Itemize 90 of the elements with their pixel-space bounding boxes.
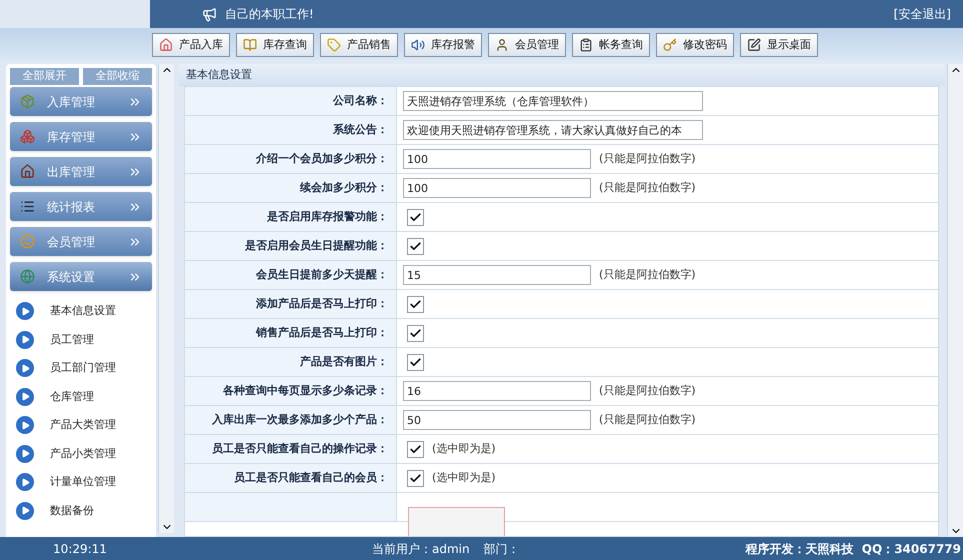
check-icon [409, 472, 422, 484]
play-icon [16, 388, 34, 406]
boxes-icon [20, 129, 35, 144]
field-hint: (只能是阿拉伯数字) [599, 266, 696, 283]
play-icon [16, 444, 34, 463]
checkbox[interactable] [407, 208, 424, 226]
sidebar-item[interactable]: 员工管理 [10, 326, 152, 354]
field-hint: (只能是阿拉伯数字) [599, 180, 696, 196]
field-label: 公司名称： [185, 87, 397, 115]
text-field[interactable]: 100 [403, 149, 591, 169]
speaker-icon [411, 38, 425, 52]
toolbar-button[interactable]: 库存报警 [404, 33, 482, 57]
book-icon [243, 38, 257, 52]
checkbox[interactable] [407, 296, 424, 312]
play-icon [16, 473, 34, 492]
person-icon [495, 38, 509, 52]
developer-credit: 程序开发：天照科技 QQ：34067779 [745, 540, 961, 558]
field-label: 系统公告： [185, 116, 397, 144]
department: 部门： [484, 540, 520, 558]
field-hint: (选中即为是) [432, 440, 496, 457]
toolbar-button[interactable]: 产品销售 [320, 33, 398, 57]
play-icon [16, 359, 34, 378]
text-field[interactable]: 50 [403, 410, 591, 430]
field-hint: (只能是阿拉伯数字) [599, 412, 696, 428]
field-label: 是否启用会员生日提醒功能： [185, 232, 397, 260]
logout-link[interactable]: [安全退出] [894, 5, 951, 23]
check-icon [409, 298, 422, 310]
field-label: 产品是否有图片： [185, 348, 397, 376]
play-icon [16, 502, 34, 520]
check-icon [409, 442, 422, 456]
current-user: 当前用户：admin [372, 540, 470, 558]
sidebar-item[interactable]: 计量单位管理 [10, 468, 152, 496]
check-icon [409, 240, 422, 252]
text-field[interactable]: 100 [403, 178, 591, 198]
field-label: 是否启用库存报警功能： [185, 203, 397, 231]
field-label: 各种查询中每页显示多少条记录： [185, 377, 397, 405]
key-icon [663, 38, 677, 52]
toolbar-button[interactable]: 修改密码 [656, 33, 734, 57]
field-label: 添加产品后是否马上打印： [185, 290, 397, 318]
smiley-icon [20, 234, 35, 249]
check-icon [409, 356, 422, 368]
clock-time: 10:29:11 [52, 540, 108, 558]
toolbar-button[interactable]: 库存查询 [236, 33, 314, 57]
list-icon [20, 199, 35, 214]
field-label: 员工是否只能查看自己的会员： [185, 464, 397, 492]
checkbox[interactable] [407, 470, 424, 486]
sidebar-item[interactable]: 基本信息设置 [10, 297, 152, 326]
sidebar-item[interactable]: 数据备份 [10, 496, 152, 525]
house-icon [20, 164, 35, 179]
field-label: 销售产品后是否马上打印： [185, 319, 397, 347]
toolbar-button[interactable]: 显示桌面 [740, 33, 818, 57]
play-icon [16, 302, 34, 320]
checkbox[interactable] [407, 238, 424, 254]
play-icon [16, 416, 34, 434]
sidebar-item[interactable]: 员工部门管理 [10, 354, 152, 382]
sidebar-item[interactable]: 产品大类管理 [10, 411, 152, 440]
field-hint: (只能是阿拉伯数字) [599, 150, 696, 167]
checkbox[interactable] [407, 440, 424, 458]
text-field[interactable]: 欢迎使用天照进销存管理系统，请大家认真做好自己的本 [403, 120, 703, 140]
toolbar-button[interactable]: 会员管理 [488, 33, 566, 57]
sidebar-item[interactable]: 产品小类管理 [10, 440, 152, 468]
field-label: 介绍一个会员加多少积分： [185, 145, 397, 173]
field-label: 续会加多少积分： [185, 174, 397, 202]
text-field[interactable]: 16 [403, 381, 591, 401]
notice-text: 自己的本职工作! [225, 6, 314, 23]
house-icon [159, 38, 173, 52]
scrollbar[interactable] [158, 64, 174, 533]
scrollbar[interactable] [947, 64, 963, 537]
pen-icon [747, 38, 761, 52]
check-icon [409, 210, 422, 224]
checkbox[interactable] [407, 354, 424, 370]
clipboard-icon [579, 38, 593, 52]
tag-icon [327, 38, 341, 52]
sidebar-item[interactable]: 仓库管理 [10, 382, 152, 411]
globe-icon [20, 269, 35, 284]
megaphone-icon [202, 6, 217, 22]
field-label: 会员生日提前多少天提醒： [185, 261, 397, 289]
field-hint: (只能是阿拉伯数字) [599, 382, 696, 399]
check-icon [409, 326, 422, 340]
checkbox[interactable] [407, 324, 424, 342]
text-field[interactable]: 天照进销存管理系统（仓库管理软件） [403, 91, 703, 111]
field-hint: (选中即为是) [432, 470, 496, 486]
panel-title: 基本信息设置 [178, 64, 945, 86]
toolbar-button[interactable]: 帐务查询 [572, 33, 650, 57]
text-field[interactable]: 15 [403, 265, 591, 285]
field-label: 入库出库一次最多添加多少个产品： [185, 406, 397, 434]
play-icon [16, 330, 34, 349]
toolbar-button[interactable]: 产品入库 [152, 33, 230, 57]
field-label: 员工是否只能查看自己的操作记录： [185, 435, 397, 463]
box-icon [20, 94, 35, 109]
